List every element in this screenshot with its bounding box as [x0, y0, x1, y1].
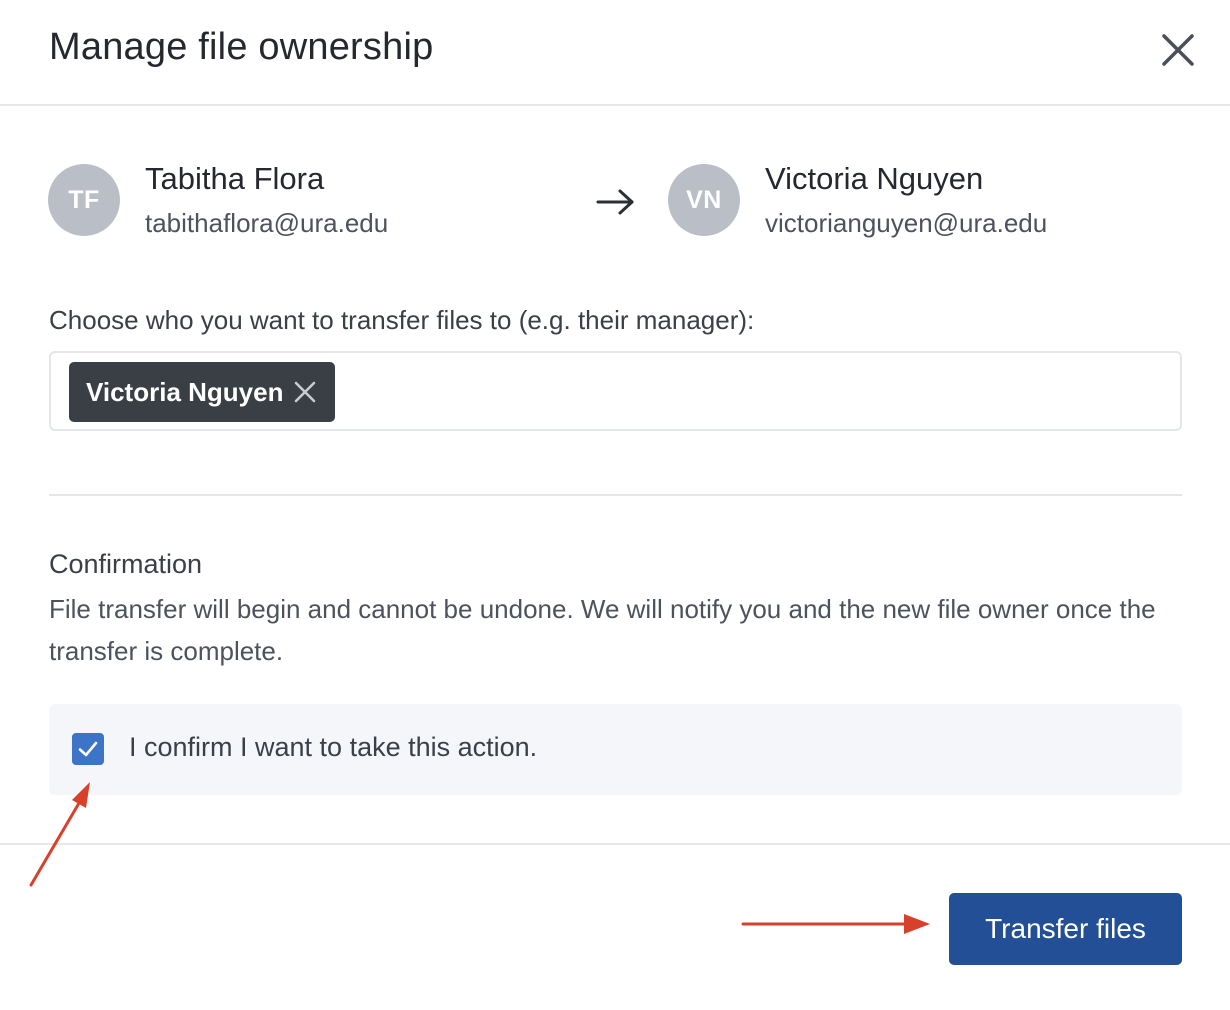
confirm-checkbox-label[interactable]: I confirm I want to take this action. — [129, 732, 537, 763]
manage-file-ownership-modal: Manage file ownership TF Tabitha Flora t… — [0, 0, 1230, 1010]
confirmation-checkbox-row[interactable]: I confirm I want to take this action. — [49, 704, 1182, 795]
arrow-right-icon — [596, 189, 634, 215]
recipient-chip-label: Victoria Nguyen — [86, 376, 284, 407]
modal-header: Manage file ownership — [0, 0, 1230, 106]
confirmation-heading: Confirmation — [49, 549, 203, 579]
modal-title: Manage file ownership — [49, 26, 434, 68]
transfer-files-button[interactable]: Transfer files — [949, 893, 1182, 965]
footer-divider — [0, 843, 1230, 845]
from-user-email: tabithaflora@ura.edu — [145, 208, 389, 238]
confirm-checkbox[interactable] — [72, 733, 104, 765]
confirmation-text: File transfer will begin and cannot be u… — [49, 594, 1156, 666]
annotation-arrow-checkbox — [29, 782, 90, 887]
section-divider — [49, 494, 1182, 496]
recipient-chip: Victoria Nguyen — [69, 362, 336, 422]
checkmark-icon — [78, 741, 98, 757]
close-button[interactable] — [1158, 30, 1198, 70]
to-user-avatar: VN — [668, 164, 740, 236]
chip-remove-icon[interactable] — [293, 380, 317, 404]
recipient-field-label: Choose who you want to transfer files to… — [49, 305, 755, 335]
to-user-name: Victoria Nguyen — [765, 161, 984, 196]
close-icon — [1162, 34, 1194, 66]
from-user-avatar: TF — [48, 164, 120, 236]
from-user-name: Tabitha Flora — [145, 161, 325, 196]
annotation-arrows — [29, 782, 930, 934]
recipient-input[interactable]: Victoria Nguyen — [49, 351, 1182, 431]
to-user-email: victorianguyen@ura.edu — [765, 208, 1048, 238]
annotation-arrow-button — [741, 914, 930, 934]
